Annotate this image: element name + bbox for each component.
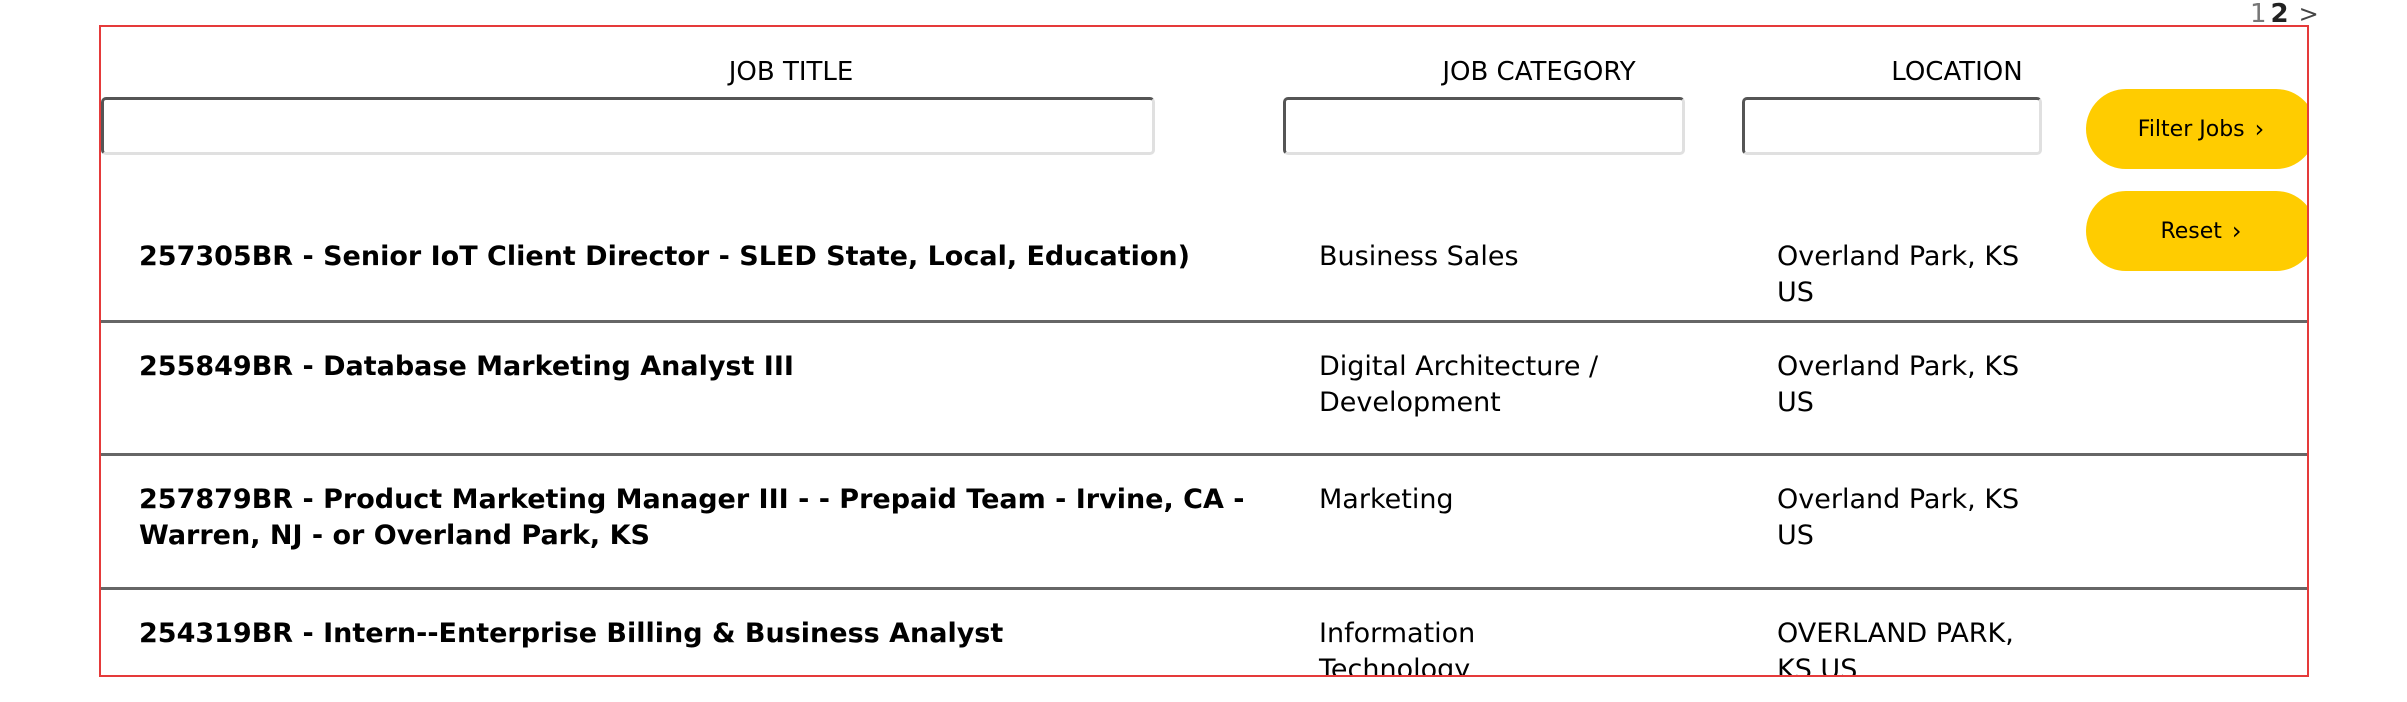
job-location: Overland Park, KS US	[1777, 241, 2020, 308]
job-category-filter-input[interactable]	[1283, 97, 1685, 155]
pagination: 1 2 >	[2250, 0, 2319, 29]
job-row: 257879BR - Product Marketing Manager III…	[101, 453, 2307, 586]
location-filter-input[interactable]	[1742, 97, 2042, 155]
chevron-right-icon: ›	[2254, 115, 2265, 143]
filter-jobs-button[interactable]: Filter Jobs ›	[2086, 89, 2307, 169]
job-title-link[interactable]: 257879BR - Product Marketing Manager III…	[139, 482, 1339, 554]
column-header-job-title: JOB TITLE	[728, 57, 854, 87]
job-row: 255849BR - Database Marketing Analyst II…	[101, 320, 2307, 453]
job-location: Overland Park, KS US	[1777, 484, 2020, 551]
column-header-job-category: JOB CATEGORY	[1442, 57, 1636, 87]
job-title-filter-input[interactable]	[101, 97, 1155, 155]
job-category: Business Sales	[1319, 241, 1519, 272]
job-title-link[interactable]: 257305BR - Senior IoT Client Director - …	[139, 239, 1339, 275]
job-category: Marketing	[1319, 484, 1454, 515]
job-title-link[interactable]: 254319BR - Intern--Enterprise Billing & …	[139, 616, 1339, 652]
job-location: OVERLAND PARK, KS US	[1777, 618, 2014, 677]
column-header-location: LOCATION	[1891, 57, 2023, 87]
job-title-link[interactable]: 255849BR - Database Marketing Analyst II…	[139, 349, 1339, 385]
job-category: Digital Architecture / Development	[1319, 351, 1599, 418]
next-page-icon[interactable]: >	[2299, 0, 2319, 28]
filter-jobs-label: Filter Jobs	[2137, 116, 2245, 142]
job-category: Information Technology	[1319, 618, 1476, 677]
job-row: 254319BR - Intern--Enterprise Billing & …	[101, 587, 2307, 677]
job-search-panel: JOB TITLE JOB CATEGORY LOCATION Filter J…	[99, 25, 2309, 677]
job-location: Overland Park, KS US	[1777, 351, 2020, 418]
